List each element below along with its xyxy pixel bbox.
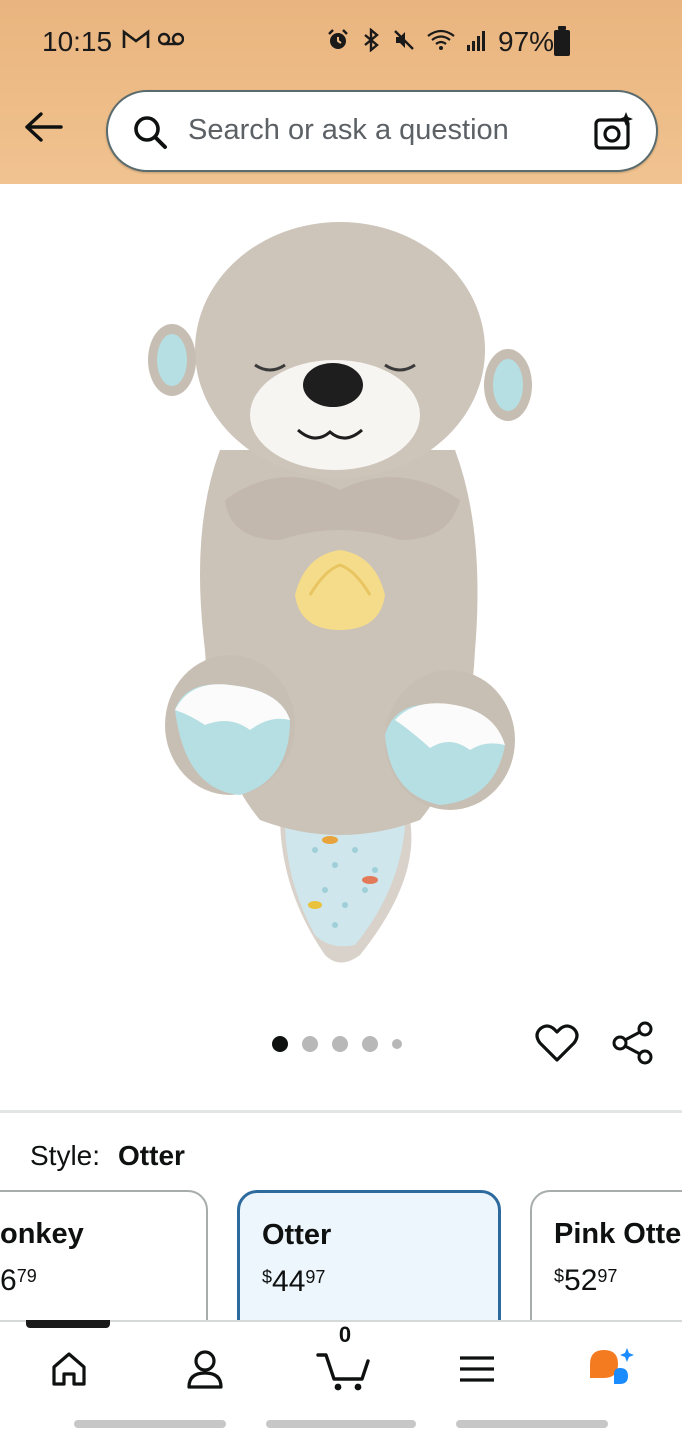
alarm-icon — [328, 29, 348, 49]
nav-home[interactable] — [44, 1344, 94, 1394]
home-icon — [52, 1352, 86, 1386]
battery-percent: 97% — [498, 26, 555, 57]
account-icon — [187, 1350, 223, 1389]
price-whole: 44 — [272, 1265, 306, 1298]
gesture-bar — [266, 1420, 416, 1428]
image-carousel-dots[interactable] — [272, 1036, 402, 1052]
variant-option[interactable]: Pink Otte $5297 — [530, 1190, 682, 1340]
price-symbol: $ — [554, 1266, 565, 1286]
product-image[interactable] — [130, 200, 550, 990]
style-selector-label: Style: Otter — [30, 1140, 185, 1172]
back-button[interactable] — [20, 104, 66, 150]
wifi-icon — [427, 29, 455, 50]
price-whole: 52 — [564, 1264, 598, 1297]
voicemail-icon — [158, 32, 184, 46]
price-symbol: $ — [262, 1267, 273, 1287]
share-icon[interactable] — [610, 1020, 656, 1066]
status-bar: 10:15 97% — [0, 0, 682, 86]
variant-name: Pink Otte — [554, 1218, 682, 1250]
gesture-bar — [456, 1420, 608, 1428]
mute-icon — [394, 30, 414, 50]
status-time: 10:15 — [42, 26, 113, 57]
nav-cart[interactable] — [314, 1344, 374, 1394]
camera-search-icon[interactable] — [592, 110, 636, 154]
carousel-dot[interactable] — [392, 1039, 402, 1049]
signal-icon — [467, 31, 485, 51]
style-value: Otter — [118, 1140, 185, 1171]
menu-icon — [460, 1356, 494, 1382]
price-fraction: 97 — [305, 1267, 326, 1287]
gmail-icon — [122, 29, 150, 48]
gesture-bar — [74, 1420, 226, 1428]
price-fraction: 79 — [16, 1266, 37, 1286]
back-arrow-icon — [25, 112, 63, 142]
carousel-dot[interactable] — [302, 1036, 318, 1052]
variant-price: 679 — [0, 1264, 37, 1298]
carousel-dot[interactable] — [332, 1036, 348, 1052]
nav-account[interactable] — [180, 1344, 230, 1394]
variant-name: onkey — [0, 1218, 84, 1250]
battery-icon — [554, 26, 570, 56]
search-icon — [134, 116, 167, 149]
carousel-dot[interactable] — [362, 1036, 378, 1052]
header: 10:15 97% Search or ask a question — [0, 0, 682, 184]
bluetooth-icon — [364, 28, 379, 52]
variant-option-selected[interactable]: Otter $4497 — [237, 1190, 501, 1340]
nav-menu[interactable] — [452, 1344, 502, 1394]
price-whole: 6 — [0, 1264, 17, 1297]
search-bar[interactable]: Search or ask a question — [106, 90, 658, 172]
rufus-icon — [590, 1348, 634, 1384]
variant-price: $5297 — [554, 1264, 617, 1298]
variant-option[interactable]: onkey 679 — [0, 1190, 208, 1340]
product-page: 10:15 97% Search or ask a question Style… — [0, 0, 682, 1440]
cart-icon — [316, 1353, 370, 1391]
section-divider — [0, 1110, 682, 1113]
style-label: Style: — [30, 1140, 101, 1171]
search-input[interactable]: Search or ask a question — [188, 114, 509, 147]
carousel-dot[interactable] — [272, 1036, 288, 1052]
price-fraction: 97 — [597, 1266, 618, 1286]
wishlist-heart-icon[interactable] — [534, 1020, 580, 1066]
nav-rufus[interactable] — [586, 1344, 636, 1394]
variant-name: Otter — [262, 1219, 332, 1251]
cart-count-badge: 0 — [338, 1322, 352, 1347]
variant-price: $4497 — [262, 1265, 325, 1299]
active-tab-indicator — [26, 1320, 110, 1328]
